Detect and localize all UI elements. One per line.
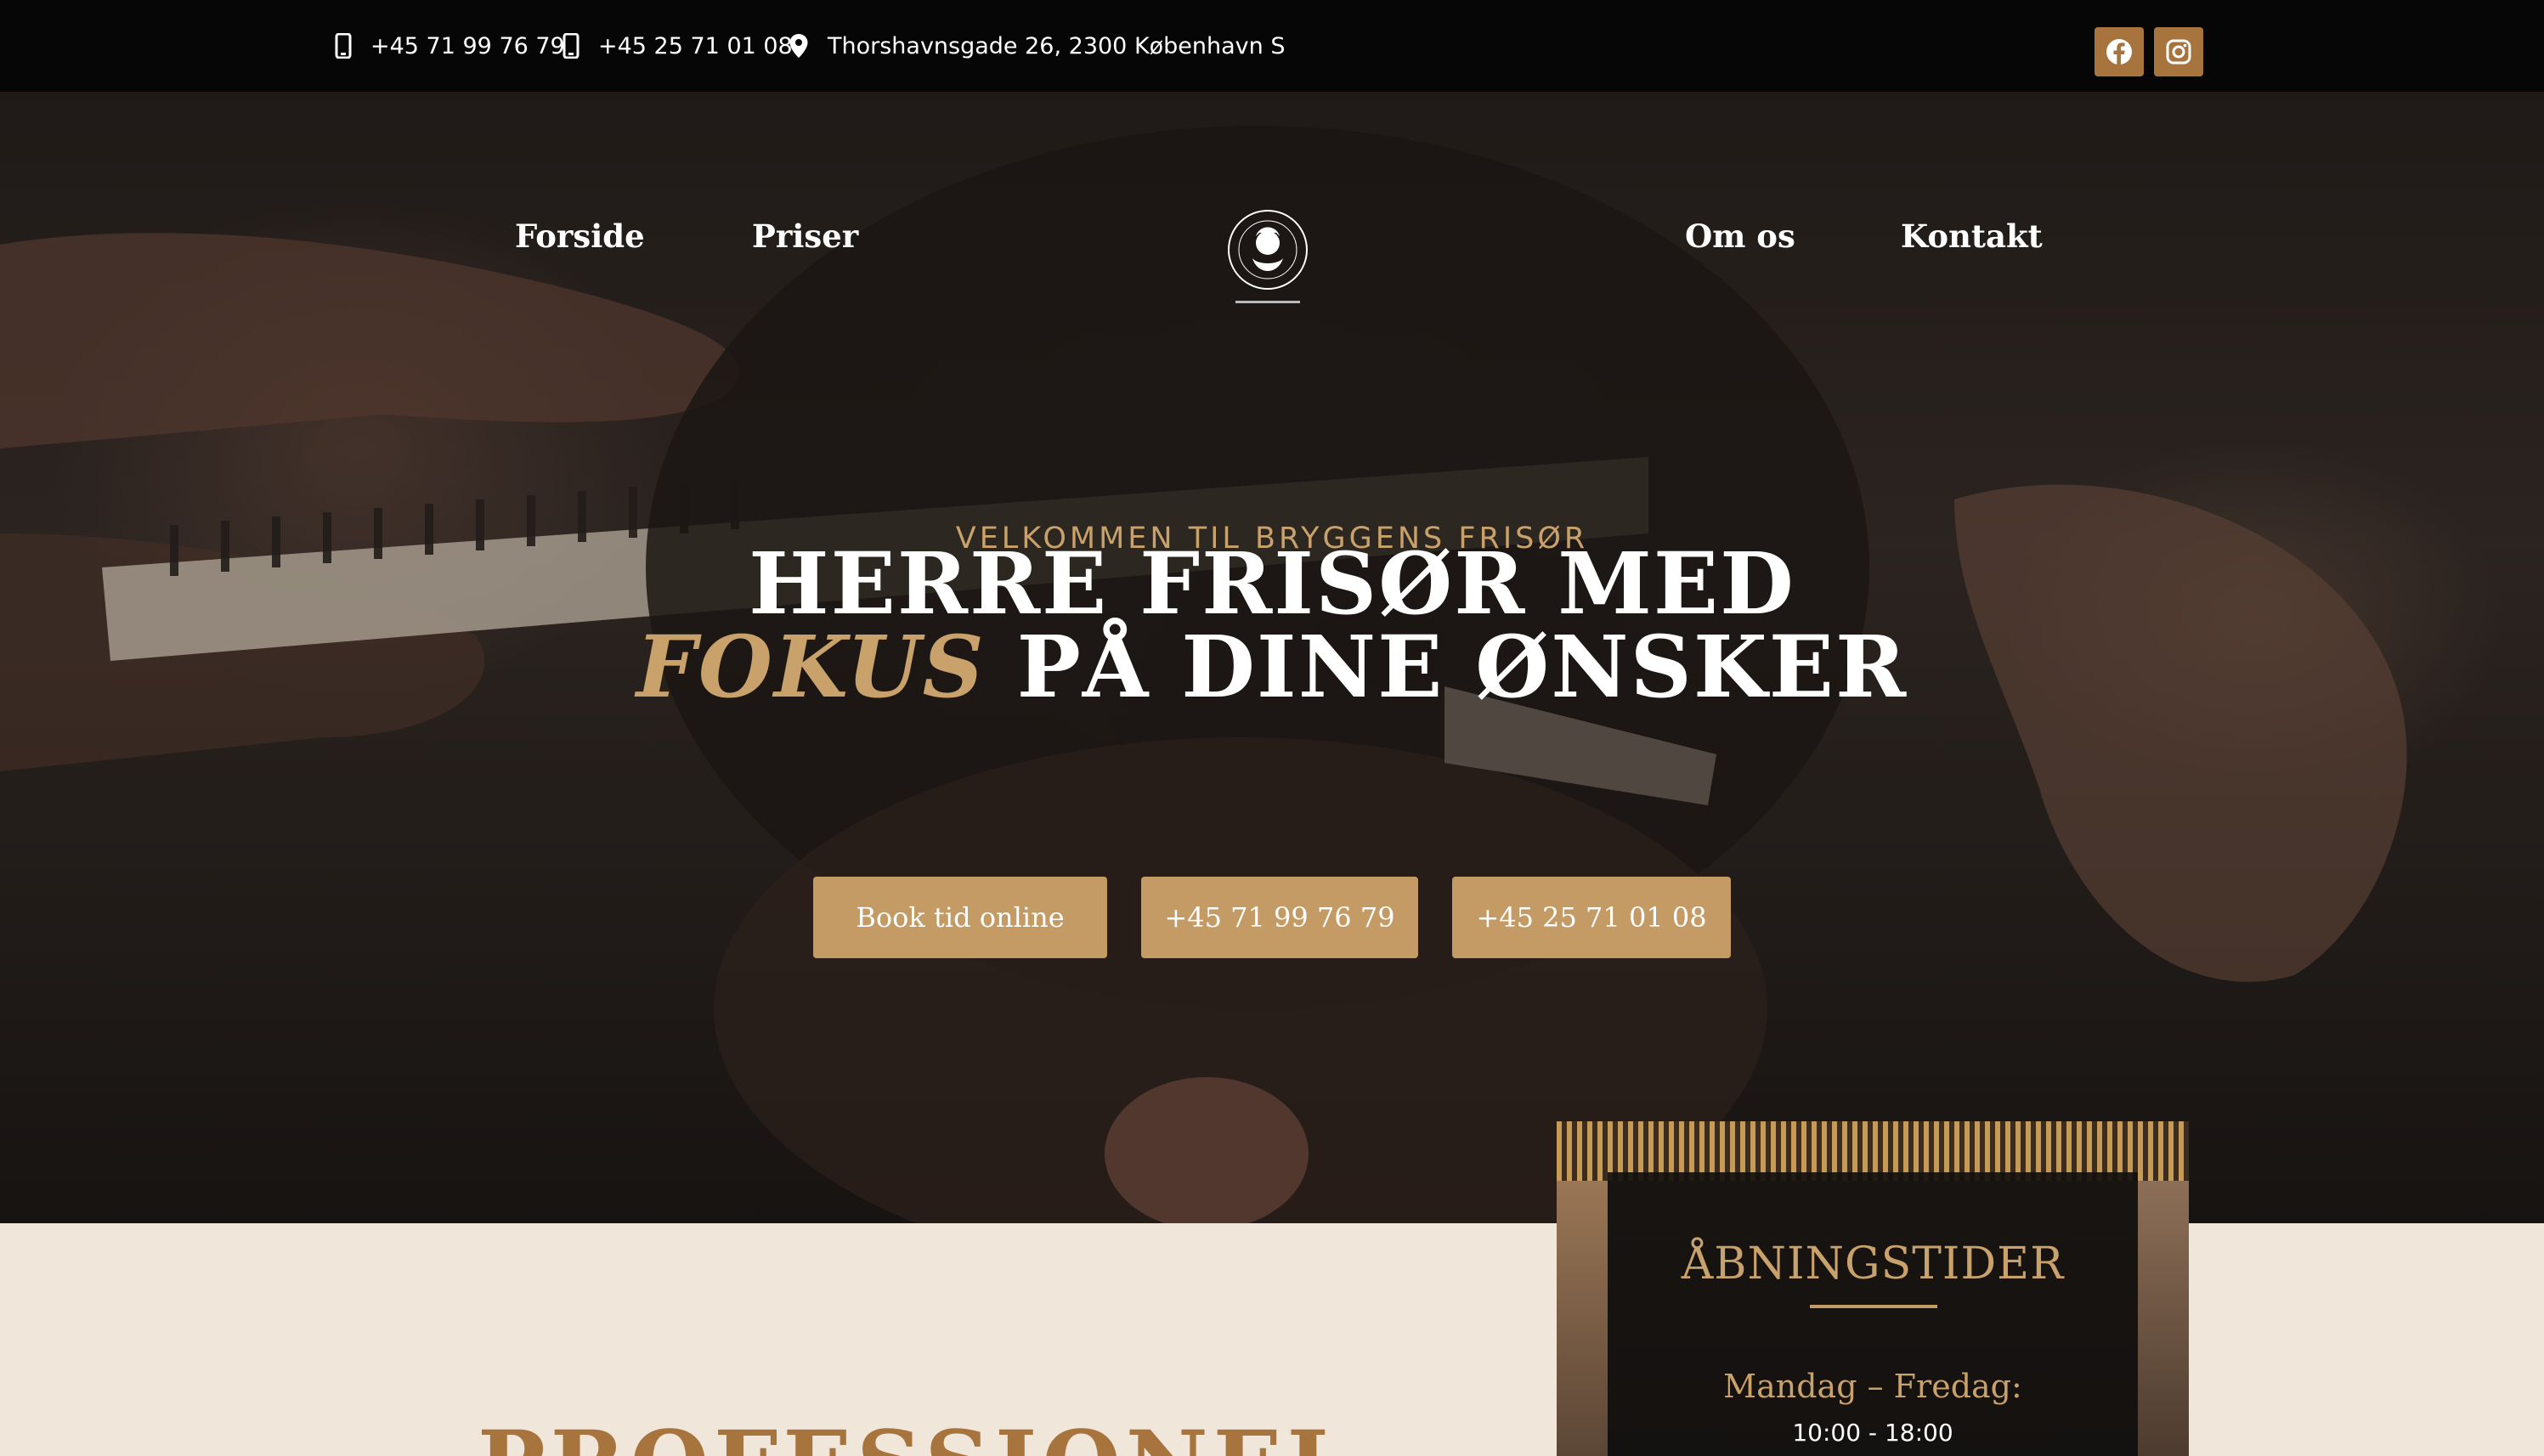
opening-hours-title: ÅBNINGSTIDER [1681,1239,2065,1290]
book-online-button[interactable]: Book tid online [813,877,1107,958]
top-bar: +45 71 99 76 79 +45 25 71 01 08 Thorshav… [0,0,2544,92]
opening-hours-card: ÅBNINGSTIDER Mandag – Fredag: 10:00 - 18… [1557,1121,2189,1456]
section-heading: PROFESSIONEL [478,1410,1327,1456]
hero-section: Forside Priser Om os Kontakt VELKOMMEN T… [0,92,2544,1223]
nav-forside[interactable]: Forside [515,217,645,255]
topbar-phone-1[interactable]: +45 71 99 76 79 [335,0,565,92]
topbar-address-label: Thorshavnsgade 26, 2300 København S [828,32,1286,59]
hero-headline-accent: FOKUS [636,617,986,717]
topbar-phone-1-label: +45 71 99 76 79 [370,32,565,59]
background-photo [2138,1181,2189,1456]
topbar-phone-2[interactable]: +45 25 71 01 08 [563,0,793,92]
instagram-icon [2166,39,2191,65]
mobile-phone-icon [563,33,579,59]
hero-headline-line-2: FOKUS PÅ DINE ØNSKER [0,617,2544,717]
hero-headline-rest: PÅ DINE ØNSKER [985,617,1908,717]
nav-kontakt[interactable]: Kontakt [1901,217,2043,255]
opening-hours-time: 10:00 - 18:00 [1792,1419,1953,1447]
topbar-address[interactable]: Thorshavnsgade 26, 2300 København S [789,0,1286,92]
topbar-phone-2-label: +45 25 71 01 08 [598,32,793,59]
opening-hours-panel: ÅBNINGSTIDER Mandag – Fredag: 10:00 - 18… [1608,1172,2138,1456]
facebook-link[interactable] [2095,27,2144,76]
map-pin-icon [789,34,808,58]
facebook-icon [2106,39,2132,65]
background-photo [1557,1181,1608,1456]
brand-logo[interactable] [1217,206,1319,311]
opening-hours-day: Mandag – Fredag: [1723,1368,2022,1405]
nav-om-os[interactable]: Om os [1685,217,1795,255]
nav-priser[interactable]: Priser [752,217,858,255]
title-divider [1810,1305,1937,1308]
mobile-phone-icon [335,33,352,59]
call-phone-2-button[interactable]: +45 25 71 01 08 [1452,877,1731,958]
instagram-link[interactable] [2154,27,2203,76]
call-phone-1-button[interactable]: +45 71 99 76 79 [1141,877,1418,958]
